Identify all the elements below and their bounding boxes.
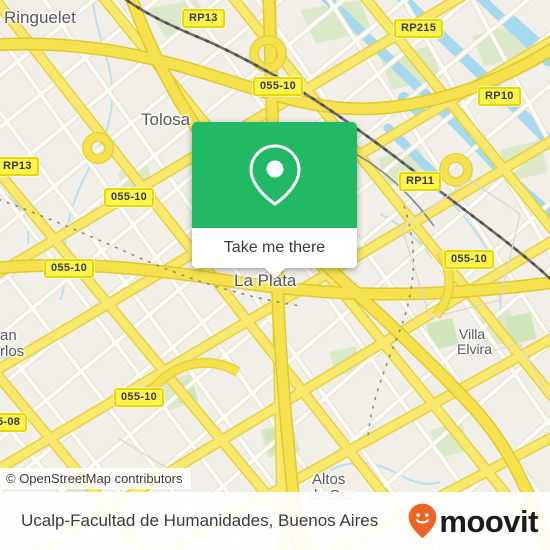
take-me-there-button[interactable]: Take me there [192, 228, 357, 279]
road-shield-rp10[interactable]: RP10 [478, 87, 521, 106]
road-shield-055-10-c[interactable]: 055-10 [444, 250, 495, 269]
footer-place-title: Ucalp-Facultad de Humanidades, Buenos Ai… [21, 511, 379, 530]
road-shield-rp215[interactable]: RP215 [394, 19, 444, 38]
moovit-map-screenshot: Ringuelet Tolosa La Plata Villa Elvira a… [0, 0, 550, 550]
location-popup-card[interactable]: Take me there [192, 122, 357, 279]
moovit-logo[interactable]: moovit [408, 503, 538, 539]
map-attribution[interactable]: © OpenStreetMap contributors [0, 468, 191, 489]
take-me-there-label: Take me there [223, 239, 326, 256]
footer-bar: Ucalp-Facultad de Humanidades, Buenos Ai… [0, 492, 550, 550]
road-shield-rp13-north[interactable]: RP13 [182, 9, 225, 28]
moovit-smiley-pin-icon [408, 503, 437, 539]
road-shield-055-10-a[interactable]: 055-10 [253, 77, 304, 96]
popup-pointer-tail [263, 267, 286, 279]
road-shield-rp13-west[interactable]: RP13 [0, 157, 39, 176]
road-shield-rp11[interactable]: RP11 [399, 172, 442, 191]
road-shield-055-10-b[interactable]: 055-10 [104, 188, 155, 207]
road-shield-055-10-e[interactable]: 055-10 [114, 388, 165, 407]
road-shield-055-10-d[interactable]: 055-10 [44, 259, 95, 278]
map-pin-icon [248, 144, 301, 206]
moovit-wordmark: moovit [439, 503, 538, 539]
popup-icon-panel [192, 122, 357, 228]
road-shield-055-08[interactable]: 5-08 [0, 413, 28, 432]
